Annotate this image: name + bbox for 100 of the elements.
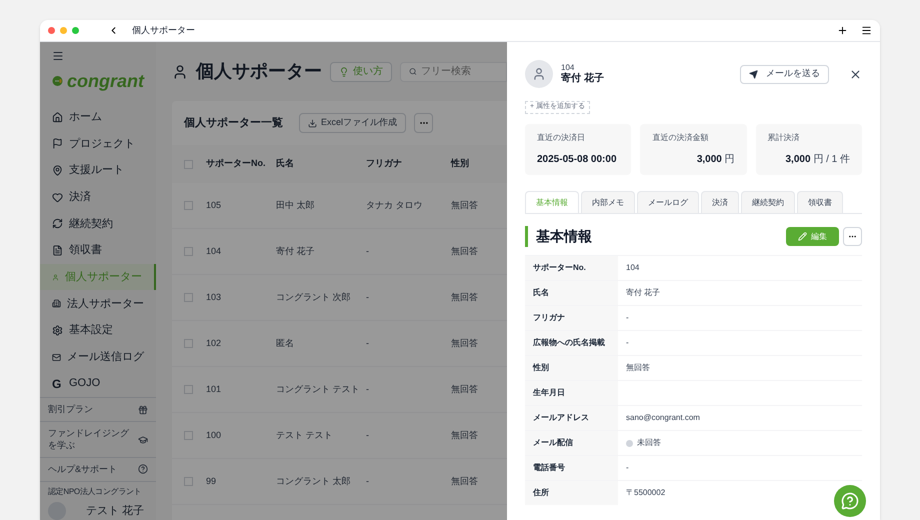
menu-item-icon [52,352,61,363]
field-label: メールアドレス [525,406,618,430]
column-header[interactable]: サポーターNo. [198,157,268,171]
stat-label: 累計決済 [768,132,801,144]
row-checkbox[interactable] [184,293,193,302]
field-label: 性別 [525,356,618,380]
sidebar-item[interactable]: 法人サポーター [40,290,156,318]
table-cell-text: - [365,290,370,304]
menu-item-icon [52,192,63,203]
column-header[interactable]: 性別 [443,157,507,171]
table-cell-text: - [365,244,370,258]
close-window-icon[interactable] [48,27,55,34]
sidebar-item[interactable]: ホーム [40,104,156,131]
send-icon [749,70,758,78]
header-checkbox[interactable] [184,160,193,168]
sidebar-item[interactable]: G GOJO [40,370,156,398]
sidebar-label: GOJO [69,376,100,392]
row-checkbox[interactable] [184,247,193,256]
table-cell-text: - [365,382,370,396]
row-checkbox[interactable] [184,477,193,486]
excel-button[interactable]: Excelファイル作成 [299,113,406,133]
field-label: 氏名 [525,281,618,305]
sidebar-item[interactable]: メール送信ログ [40,344,156,370]
field-value: 〒5500002 [626,487,666,499]
table-cell-text: 101 [205,382,222,396]
sidebar-item[interactable]: 支援ルート [40,157,156,184]
table-cell-text: 匿名 [275,336,295,350]
stat-value: 3,000 円 [696,153,735,167]
menu-item-icon [52,298,61,310]
menu-item-icon [52,218,63,230]
sidebar-item[interactable]: プロジェクト [40,130,156,158]
sidebar-label: ホーム [69,110,102,126]
table-cell-text: 田中 太郎 [275,198,316,212]
table-cell-text: 無回答 [450,382,479,396]
sidebar-item[interactable]: 領収書 [40,237,156,264]
sidebar-link-label: ファンドレイジングを学ぶ [48,428,130,451]
row-checkbox[interactable] [184,339,193,348]
menu-item-icon [52,272,59,283]
more-button[interactable] [414,113,434,133]
search-field[interactable]: フリー検索 [400,62,507,82]
tab[interactable]: 内部メモ [581,191,635,213]
table-cell-text: 無回答 [450,198,479,212]
sidebar-item[interactable]: 決済 [40,184,156,211]
minimize-icon[interactable] [60,27,67,34]
column-header[interactable]: 氏名 [268,157,358,171]
send-mail-button[interactable]: メールを送る [740,64,829,84]
table-cell-text: コングラント 太郎 [275,474,352,488]
field-value: 104 [626,262,640,274]
column-header[interactable]: フリガナ [358,157,443,171]
table-cell-text: - [365,474,370,488]
stat-value: 3,000 円 / 1 件 [784,153,850,167]
search-input[interactable]: フリー検索 [420,64,498,79]
table-cell-text: 無回答 [450,244,479,258]
field-label: フリガナ [525,306,618,330]
user-name: テスト 花子 [86,504,145,519]
table-cell-text: 103 [205,290,222,304]
field-label: 広報物への氏名掲載 [525,331,618,355]
link-icon [138,404,148,415]
row-checkbox[interactable] [184,431,193,440]
sidebar-label: 領収書 [69,243,102,258]
sidebar-label: 支援ルート [69,163,124,178]
close-icon[interactable] [849,68,862,80]
tab[interactable]: 継続契約 [741,191,795,213]
section-title: 基本情報 [525,226,592,247]
tab[interactable]: 基本情報 [525,191,579,213]
stat-label: 直近の決済金額 [652,132,710,144]
window-title: 個人サポーター [132,24,195,37]
tab[interactable]: 領収書 [797,191,843,213]
field-value: 寄付 花子 [626,287,660,299]
field-value: 未回答 [637,437,661,449]
menu-item-icon [52,324,63,336]
person-icon [172,64,188,80]
row-checkbox[interactable] [184,385,193,394]
plus-icon[interactable] [837,25,848,36]
more-button[interactable] [843,227,862,246]
table-cell-text: 102 [205,336,222,350]
row-checkbox[interactable] [184,201,193,210]
link-icon [138,464,148,474]
field-value: sano@congrant.com [626,412,700,424]
table-cell-text: 無回答 [450,336,479,350]
tab[interactable]: メールログ [637,191,699,213]
avatar [525,60,553,88]
sidebar-item[interactable]: 基本設定 [40,317,156,344]
list-title: 個人サポーター一覧 [184,116,283,131]
org-name: 認定NPO法人コングラント [48,486,142,498]
field-value: - [626,462,629,474]
gojo-glyph: G [52,376,62,393]
sidebar-item[interactable]: 継続契約 [40,210,156,238]
tab[interactable]: 決済 [701,191,739,213]
field-value: 無回答 [626,362,650,374]
menu-item-icon [52,112,63,123]
lightbulb-icon [339,66,349,76]
zoom-icon[interactable] [72,27,79,34]
menu-item-icon [52,245,63,256]
edit-button[interactable]: 編集 [786,227,839,246]
stat-value: 2025-05-08 00:00 [537,153,618,167]
table-cell-text: 104 [205,244,222,258]
field-label: サポーターNo. [525,256,618,280]
sidebar-label: メール送信ログ [67,350,144,365]
menu-icon[interactable] [861,25,872,36]
